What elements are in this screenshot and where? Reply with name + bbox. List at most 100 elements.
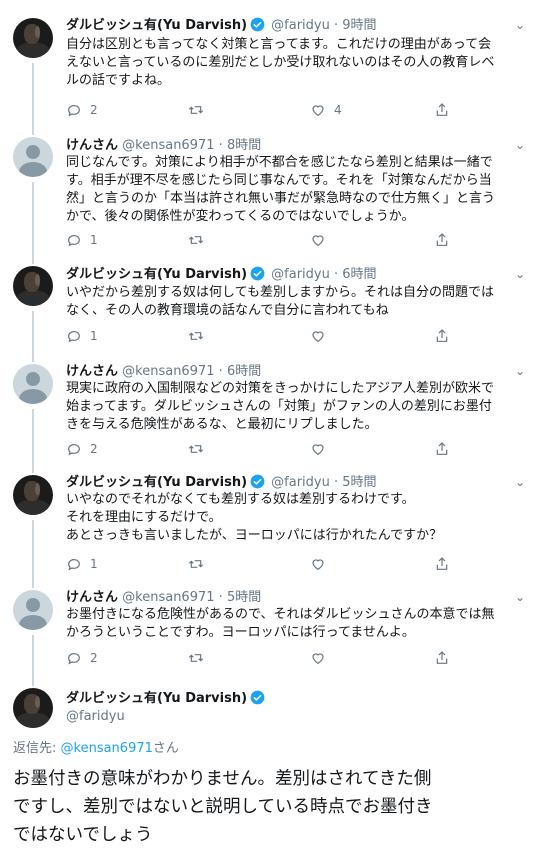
author-name[interactable]: ダルビッシュ有(Yu Darvish) bbox=[66, 691, 247, 706]
author-name[interactable]: ダルビッシュ有(Yu Darvish) bbox=[66, 267, 247, 282]
retweet-icon bbox=[188, 106, 204, 114]
tweet-text: 自分は区別とも言ってなく対策と言ってます。これだけの理由があって会 えないと言っ… bbox=[66, 37, 495, 88]
tweet-header: けんさん @kensan6971 · 6時間 bbox=[66, 363, 261, 380]
reply-button[interactable]: 1 bbox=[66, 231, 98, 249]
tweet-actions: 1 bbox=[66, 327, 448, 345]
avatar[interactable] bbox=[13, 475, 53, 515]
like-button[interactable] bbox=[310, 649, 334, 667]
thread-line bbox=[32, 409, 34, 473]
share-icon bbox=[436, 651, 448, 664]
chevron-down-icon[interactable]: ⌄ bbox=[515, 18, 525, 32]
reply-button[interactable]: 1 bbox=[66, 555, 98, 573]
like-button[interactable] bbox=[310, 327, 334, 345]
tweet-header: ダルビッシュ有(Yu Darvish) @faridyu · 6時間 bbox=[66, 266, 377, 283]
reply-icon bbox=[68, 105, 80, 117]
retweet-icon bbox=[188, 654, 204, 662]
heart-icon bbox=[312, 559, 324, 571]
avatar[interactable] bbox=[13, 266, 53, 306]
retweet-icon bbox=[188, 445, 204, 453]
author-name[interactable]: ダルビッシュ有(Yu Darvish) bbox=[66, 475, 247, 490]
author-handle[interactable]: @faridyu bbox=[271, 18, 330, 33]
tweet-header: けんさん @kensan6971 · 5時間 bbox=[66, 589, 261, 606]
like-count: 4 bbox=[334, 103, 342, 117]
share-button[interactable] bbox=[434, 231, 458, 249]
chevron-down-icon[interactable]: ⌄ bbox=[515, 590, 525, 604]
author-name[interactable]: けんさん bbox=[66, 364, 118, 379]
tweet-actions: 2 bbox=[66, 440, 448, 458]
reply-icon bbox=[68, 559, 80, 571]
heart-icon bbox=[312, 105, 324, 117]
timestamp[interactable]: 5時間 bbox=[342, 475, 376, 490]
avatar[interactable] bbox=[13, 364, 53, 404]
verified-badge-icon bbox=[250, 266, 265, 281]
timestamp[interactable]: 6時間 bbox=[342, 267, 376, 282]
like-button[interactable]: 4 bbox=[310, 101, 342, 119]
reply-to-suffix: さん bbox=[152, 741, 179, 756]
share-button[interactable] bbox=[434, 555, 458, 573]
reply-icon bbox=[68, 331, 80, 343]
reply-button[interactable]: 2 bbox=[66, 649, 98, 667]
author-handle[interactable]: @kensan6971 bbox=[122, 138, 214, 153]
reply-button[interactable]: 2 bbox=[66, 440, 98, 458]
main-tweet-handle-row: @faridyu bbox=[66, 708, 125, 725]
retweet-button[interactable] bbox=[188, 231, 212, 249]
retweet-button[interactable] bbox=[188, 101, 212, 119]
verified-badge-icon bbox=[250, 690, 265, 705]
chevron-down-icon[interactable]: ⌄ bbox=[515, 364, 525, 378]
author-handle[interactable]: @faridyu bbox=[271, 267, 330, 282]
chevron-down-icon[interactable]: ⌄ bbox=[515, 475, 525, 489]
author-handle[interactable]: @faridyu bbox=[66, 709, 125, 724]
author-handle[interactable]: @kensan6971 bbox=[122, 364, 214, 379]
avatar[interactable] bbox=[13, 137, 53, 177]
reply-to-label: 返信先: bbox=[13, 741, 61, 756]
author-name[interactable]: けんさん bbox=[66, 138, 118, 153]
timestamp[interactable]: 5時間 bbox=[227, 590, 261, 605]
share-icon bbox=[436, 442, 448, 455]
main-tweet-text: お墨付きの意味がわかりません。差別はされてきた側 ですし、差別ではないと説明して… bbox=[13, 769, 433, 845]
share-button[interactable] bbox=[434, 101, 458, 119]
tweet-header: けんさん @kensan6971 · 8時間 bbox=[66, 137, 261, 154]
tweet-header: ダルビッシュ有(Yu Darvish) @faridyu · 5時間 bbox=[66, 474, 377, 491]
like-button[interactable] bbox=[310, 555, 334, 573]
reply-button[interactable]: 1 bbox=[66, 327, 98, 345]
reply-count: 2 bbox=[90, 442, 98, 456]
main-tweet-author-name: ダルビッシュ有(Yu Darvish) bbox=[66, 690, 267, 707]
share-button[interactable] bbox=[434, 327, 458, 345]
reply-to-mention[interactable]: @kensan6971 bbox=[61, 741, 153, 756]
retweet-icon bbox=[188, 236, 204, 244]
tweet-actions: 1 bbox=[66, 231, 448, 249]
author-handle[interactable]: @kensan6971 bbox=[122, 590, 214, 605]
thread-line bbox=[32, 311, 34, 362]
retweet-button[interactable] bbox=[188, 440, 212, 458]
heart-icon bbox=[312, 444, 324, 456]
avatar[interactable] bbox=[13, 18, 53, 58]
heart-icon bbox=[312, 653, 324, 665]
retweet-icon bbox=[188, 560, 204, 568]
tweet-text: 現実に政府の入国制限などの対策をきっかけにしたアジア人差別が欧米で 始まってます… bbox=[66, 381, 494, 432]
chevron-down-icon[interactable]: ⌄ bbox=[515, 138, 525, 152]
like-button[interactable] bbox=[310, 440, 334, 458]
thread-line bbox=[32, 63, 34, 135]
retweet-button[interactable] bbox=[188, 555, 212, 573]
verified-badge-icon bbox=[250, 474, 265, 489]
reply-count: 1 bbox=[90, 329, 98, 343]
avatar[interactable] bbox=[13, 590, 53, 630]
tweet-actions: 1 bbox=[66, 555, 448, 573]
chevron-down-icon[interactable]: ⌄ bbox=[515, 267, 525, 281]
retweet-icon bbox=[188, 332, 204, 340]
separator-dot: · bbox=[334, 475, 339, 490]
reply-button[interactable]: 2 bbox=[66, 101, 98, 119]
avatar[interactable] bbox=[13, 688, 53, 728]
timestamp[interactable]: 6時間 bbox=[227, 364, 261, 379]
share-button[interactable] bbox=[434, 440, 458, 458]
author-handle[interactable]: @faridyu bbox=[271, 475, 330, 490]
retweet-button[interactable] bbox=[188, 327, 212, 345]
like-button[interactable] bbox=[310, 231, 334, 249]
separator-dot: · bbox=[218, 590, 223, 605]
timestamp[interactable]: 9時間 bbox=[342, 18, 376, 33]
retweet-button[interactable] bbox=[188, 649, 212, 667]
author-name[interactable]: けんさん bbox=[66, 590, 118, 605]
timestamp[interactable]: 8時間 bbox=[227, 138, 261, 153]
author-name[interactable]: ダルビッシュ有(Yu Darvish) bbox=[66, 18, 247, 33]
share-button[interactable] bbox=[434, 649, 458, 667]
